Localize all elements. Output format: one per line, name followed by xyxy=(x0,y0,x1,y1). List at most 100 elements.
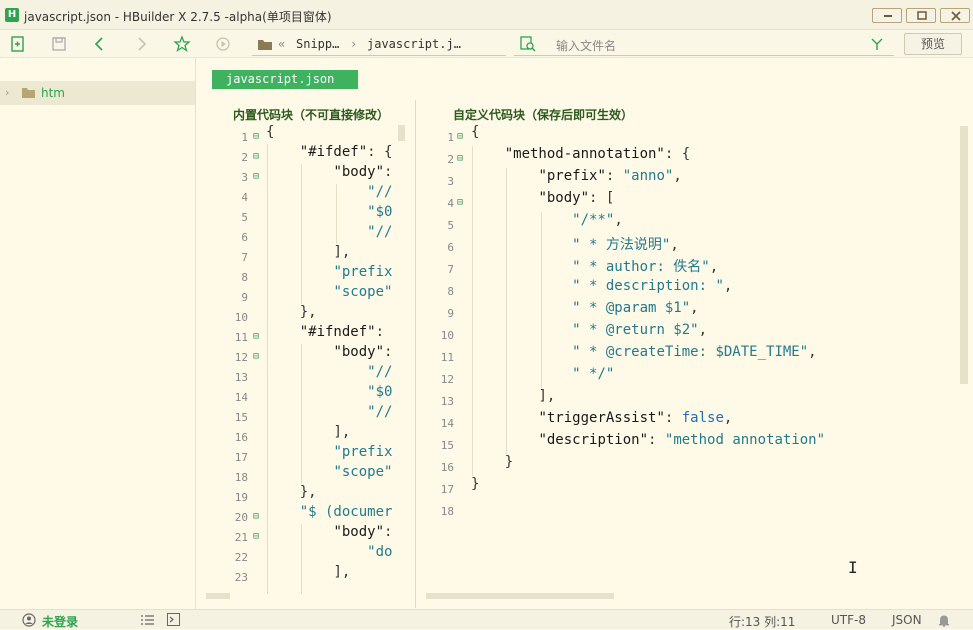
fold-toggle-icon[interactable]: ⊟ xyxy=(253,131,259,142)
builtin-code-line[interactable]: "prefix xyxy=(266,444,392,464)
fold-toggle-icon[interactable]: ⊟ xyxy=(253,151,259,162)
indent-guide xyxy=(267,144,268,594)
custom-line-number: 1 xyxy=(447,131,454,144)
custom-code-line[interactable]: } xyxy=(471,454,513,474)
breadcrumb-item-snippets[interactable]: Snipp… xyxy=(296,37,339,51)
builtin-code-line[interactable]: { xyxy=(266,124,274,144)
fold-toggle-icon[interactable]: ⊟ xyxy=(253,331,259,342)
builtin-code-line[interactable]: "body": xyxy=(266,344,392,364)
custom-code-line[interactable]: "description": "method annotation" xyxy=(471,432,825,452)
minimize-button[interactable] xyxy=(872,8,902,23)
custom-line-number: 17 xyxy=(440,483,454,496)
builtin-code-line[interactable]: "// xyxy=(266,224,392,244)
builtin-line-number: 12 xyxy=(234,351,248,364)
fold-toggle-icon[interactable]: ⊟ xyxy=(457,153,463,164)
fold-toggle-icon[interactable]: ⊟ xyxy=(457,131,463,142)
builtin-code-line[interactable]: ], xyxy=(266,564,350,584)
custom-code-line[interactable]: } xyxy=(471,476,479,496)
back-icon[interactable] xyxy=(91,35,109,53)
tab-javascript-json[interactable]: javascript.json xyxy=(212,70,358,89)
login-status[interactable]: 未登录 xyxy=(42,613,78,630)
custom-code-line[interactable]: " * @createTime: $DATE_TIME", xyxy=(471,344,816,364)
forward-icon[interactable] xyxy=(132,35,150,53)
builtin-code-line[interactable]: "#ifndef": xyxy=(266,324,384,344)
left-vertical-scrollbar[interactable] xyxy=(398,125,405,141)
builtin-line-number: 21 xyxy=(234,531,248,544)
custom-code-line[interactable]: " * author: 佚名", xyxy=(471,256,718,276)
custom-code-line[interactable]: "prefix": "anno", xyxy=(471,168,681,188)
builtin-code-line[interactable]: "$0 xyxy=(266,384,392,404)
builtin-code-view[interactable]: { "#ifdef": { "body": [ "// "$0 "// ], "… xyxy=(266,124,397,594)
hbuilder-logo-icon: H xyxy=(5,8,19,22)
cursor-position[interactable]: 行:13 列:11 xyxy=(729,613,795,630)
builtin-code-line[interactable]: }, xyxy=(266,484,317,504)
builtin-code-line[interactable]: "// xyxy=(266,184,392,204)
custom-code-line[interactable]: ], xyxy=(471,388,555,408)
list-icon[interactable] xyxy=(141,614,154,626)
builtin-code-line[interactable]: "body": [ xyxy=(266,164,397,184)
sidebar-item-htm[interactable]: › htm xyxy=(0,81,195,105)
builtin-code-line[interactable]: "scope" xyxy=(266,464,392,484)
right-horizontal-scrollbar[interactable] xyxy=(426,593,614,599)
pane-divider[interactable] xyxy=(415,100,416,608)
new-file-icon[interactable] xyxy=(9,35,27,53)
builtin-code-line[interactable]: "do xyxy=(266,544,392,564)
file-search-input[interactable]: 输入文件名 xyxy=(514,33,894,56)
builtin-code-line[interactable]: "// xyxy=(266,404,392,424)
encoding-indicator[interactable]: UTF-8 xyxy=(831,613,866,627)
custom-code-line[interactable]: { xyxy=(471,124,479,144)
run-icon[interactable] xyxy=(214,35,232,53)
custom-code-line[interactable]: " * description: ", xyxy=(471,278,732,298)
close-button[interactable] xyxy=(940,8,970,23)
custom-code-line[interactable]: "body": [ xyxy=(471,190,614,210)
fold-toggle-icon[interactable]: ⊟ xyxy=(253,511,259,522)
indent-guide xyxy=(336,184,337,244)
maximize-button[interactable] xyxy=(906,8,936,23)
custom-line-number: 13 xyxy=(440,395,454,408)
language-mode[interactable]: JSON xyxy=(892,613,922,627)
right-line-gutter: 1 ⊟ 2 ⊟ 3 4 ⊟ 5 6 7 8 9 10 11 12 13 14 15 16 17 18 xyxy=(432,128,472,598)
breadcrumb-separator: « xyxy=(278,37,286,51)
right-vertical-scrollbar[interactable] xyxy=(960,126,968,384)
custom-code-line[interactable]: "triggerAssist": false, xyxy=(471,410,732,430)
search-placeholder: 输入文件名 xyxy=(556,39,617,53)
custom-code-line[interactable]: "method-annotation": { xyxy=(471,146,690,166)
terminal-icon[interactable] xyxy=(167,613,180,626)
custom-line-number: 14 xyxy=(440,417,454,430)
mouse-cursor-icon: I xyxy=(848,558,858,577)
breadcrumb-arrow: › xyxy=(350,37,358,51)
builtin-code-line[interactable]: "// xyxy=(266,364,392,384)
builtin-code-line[interactable]: "scope" xyxy=(266,284,392,304)
preview-button[interactable]: 预览 xyxy=(904,33,962,55)
fold-toggle-icon[interactable]: ⊟ xyxy=(253,171,259,182)
builtin-code-line[interactable]: "$ (documer xyxy=(266,504,393,524)
builtin-line-number: 7 xyxy=(241,251,248,264)
star-icon[interactable] xyxy=(173,35,191,53)
builtin-code-line[interactable]: }, xyxy=(266,304,317,324)
left-line-gutter: 1 ⊟ 2 ⊟ 3 ⊟ 4 5 6 7 8 9 10 11 ⊟ 12 ⊟ 13 14 15 16 17 18 19 20 ⊟ 21 ⊟… xyxy=(226,128,266,598)
chevron-right-icon[interactable]: › xyxy=(5,86,9,99)
breadcrumb-item-file[interactable]: javascript.j… xyxy=(367,37,461,51)
notification-bell-icon[interactable] xyxy=(937,613,951,627)
fold-toggle-icon[interactable]: ⊟ xyxy=(253,531,259,542)
builtin-code-line[interactable]: "#ifdef": { xyxy=(266,144,393,164)
filter-icon[interactable] xyxy=(870,37,884,51)
builtin-code-line[interactable]: "prefix xyxy=(266,264,392,284)
custom-line-number: 6 xyxy=(447,241,454,254)
builtin-code-line[interactable]: "$0 xyxy=(266,204,392,224)
builtin-code-line[interactable]: ], xyxy=(266,244,350,264)
builtin-code-line[interactable]: ], xyxy=(266,424,350,444)
fold-toggle-icon[interactable]: ⊟ xyxy=(253,351,259,362)
folder-icon xyxy=(22,88,35,98)
left-horizontal-scrollbar[interactable] xyxy=(206,593,230,599)
save-icon[interactable] xyxy=(50,35,68,53)
custom-code-line[interactable]: "/**", xyxy=(471,212,623,232)
folder-icon xyxy=(258,40,272,50)
indent-guide xyxy=(541,212,542,388)
custom-code-line[interactable]: " * 方法说明", xyxy=(471,234,679,254)
builtin-line-number: 16 xyxy=(234,431,248,444)
custom-code-line[interactable]: " */" xyxy=(471,366,614,386)
custom-code-editor[interactable]: { "method-annotation": { "prefix": "anno… xyxy=(471,124,961,594)
fold-toggle-icon[interactable]: ⊟ xyxy=(457,197,463,208)
builtin-code-line[interactable]: "body": xyxy=(266,524,392,544)
